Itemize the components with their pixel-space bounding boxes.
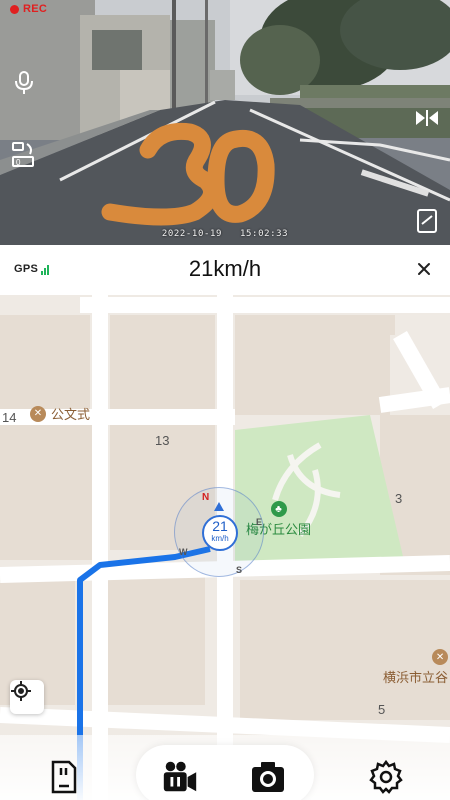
compass-speed-marker: N E S W 21 km/h [174, 487, 264, 577]
block-label: 13 [155, 433, 170, 448]
recording-timestamp: 2022-10-19 15:02:33 [0, 229, 450, 239]
school-icon: ✕ [432, 649, 449, 665]
svg-text:0: 0 [16, 158, 21, 167]
rec-dot [10, 4, 19, 14]
compass-south: S [236, 565, 243, 575]
speed-badge: 21 km/h [202, 515, 238, 551]
speed-badge-unit: km/h [211, 534, 229, 543]
rotate-icon[interactable]: 0 [10, 140, 36, 175]
block-label: 14 [2, 410, 17, 425]
poi-school[interactable]: ✕ 公文式 [30, 404, 90, 423]
camera-icon[interactable] [248, 757, 288, 797]
video-icon[interactable] [160, 757, 200, 797]
close-icon[interactable] [412, 257, 436, 281]
status-bar: GPS 21km/h [0, 245, 450, 295]
locate-icon[interactable] [10, 680, 44, 714]
bottom-toolbar [0, 735, 450, 800]
compass-north: N [202, 492, 210, 503]
school-icon: ✕ [30, 405, 46, 422]
block-label: 5 [378, 702, 386, 717]
poi-area[interactable]: ✕ 横浜市立谷 [383, 649, 449, 686]
mic-icon[interactable] [14, 70, 34, 101]
compass-east: E [256, 517, 263, 527]
speed-display: 21km/h [188, 256, 262, 281]
speed-badge-value: 21 [212, 518, 228, 534]
heading-arrow-icon [214, 502, 224, 511]
rec-indicator: REC [10, 3, 47, 15]
block-label: 3 [395, 491, 403, 506]
sd-card-icon[interactable] [44, 757, 84, 797]
camera-scene [0, 0, 450, 245]
timestamp-date: 2022-10-19 [161, 229, 223, 239]
poi-area-label: 横浜市立谷 [383, 670, 449, 685]
timestamp-time: 15:02:33 [240, 229, 289, 239]
rec-label: REC [23, 3, 48, 15]
gear-icon[interactable] [366, 757, 406, 797]
poi-school-label: 公文式 [51, 407, 91, 422]
mirror-icon[interactable] [414, 108, 440, 133]
park-tree-icon: ♣ [270, 501, 287, 517]
map-view[interactable]: 14 13 3 5 ✕ 公文式 ♣ 梅が丘公園 ✕ 横浜市立谷 N E S W … [0, 295, 450, 800]
camera-feed: REC 0 2022-10-19 15:02:33 [0, 0, 450, 245]
compass-west: W [179, 547, 188, 557]
